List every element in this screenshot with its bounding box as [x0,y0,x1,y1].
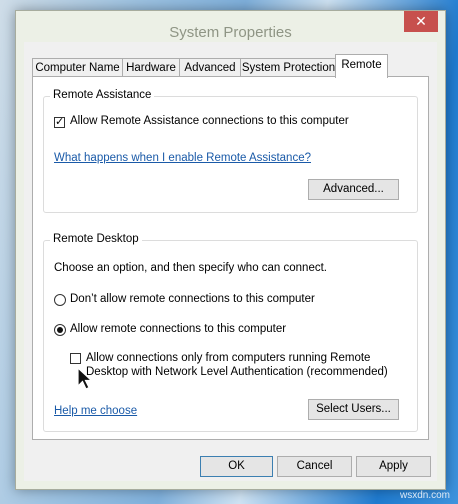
close-icon: ✕ [415,13,427,29]
remote-desktop-instruction: Choose an option, and then specify who c… [54,262,327,274]
allow-remote-assistance-label[interactable]: Allow Remote Assistance connections to t… [70,115,349,127]
tab-system-protection[interactable]: System Protection [240,58,337,77]
tab-advanced[interactable]: Advanced [179,58,241,77]
remote-assistance-heading: Remote Assistance [50,89,155,101]
remote-desktop-heading: Remote Desktop [50,233,142,245]
ok-button[interactable]: OK [200,456,273,477]
dialog-client-area: Computer Name Hardware Advanced System P… [24,42,437,481]
system-properties-window: System Properties ✕ Computer Name Hardwa… [15,10,446,490]
dont-allow-radio[interactable] [54,294,66,306]
check-icon: ✓ [55,116,65,128]
apply-button[interactable]: Apply [356,456,431,477]
nla-label-line2: Desktop with Network Level Authenticatio… [86,366,388,378]
remote-desktop-group: Remote Desktop Choose an option, and the… [43,233,418,432]
arrow-cursor-icon [77,367,94,390]
close-button[interactable]: ✕ [404,11,438,32]
help-me-choose-link[interactable]: Help me choose [54,405,137,417]
watermark: wsxdn.com [399,490,450,501]
nla-checkbox[interactable] [70,353,81,364]
window-title: System Properties [169,24,292,41]
remote-assistance-group: Remote Assistance ✓ Allow Remote Assista… [43,89,418,213]
cancel-button[interactable]: Cancel [277,456,352,477]
radio-selected-dot [57,327,63,333]
remote-assistance-help-link[interactable]: What happens when I enable Remote Assist… [54,152,311,164]
allow-remote-assistance-checkbox[interactable]: ✓ [54,117,65,128]
tab-computer-name[interactable]: Computer Name [32,58,123,77]
allow-label[interactable]: Allow remote connections to this compute… [70,323,286,335]
nla-label[interactable]: Allow connections only from computers ru… [86,351,388,379]
select-users-button[interactable]: Select Users... [308,399,399,420]
tab-hardware[interactable]: Hardware [122,58,180,77]
tab-remote[interactable]: Remote [335,54,388,78]
advanced-button[interactable]: Advanced... [308,179,399,200]
dont-allow-label[interactable]: Don’t allow remote connections to this c… [70,293,315,305]
allow-radio[interactable] [54,324,66,336]
remote-tab-panel: Remote Assistance ✓ Allow Remote Assista… [32,76,429,440]
nla-label-line1: Allow connections only from computers ru… [86,352,371,364]
